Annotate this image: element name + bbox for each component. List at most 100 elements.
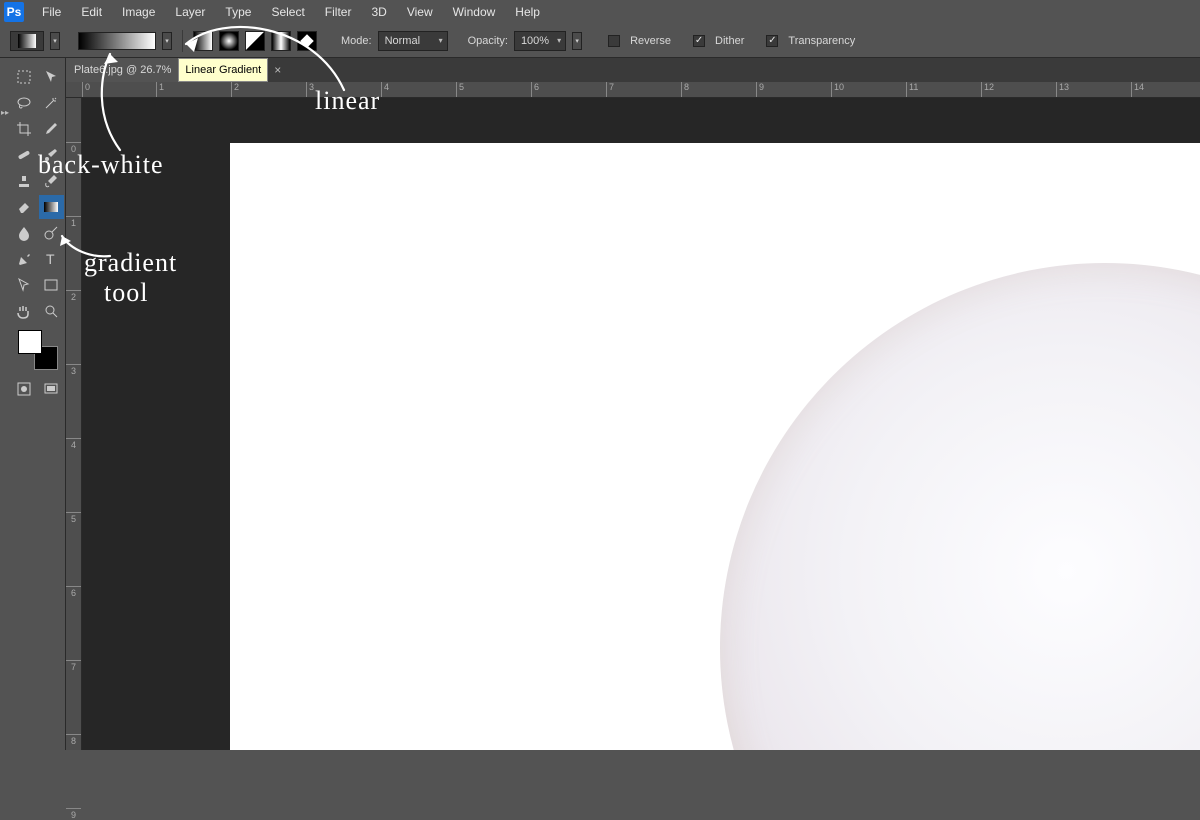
path-select-tool[interactable] <box>11 273 37 297</box>
wand-icon <box>43 95 59 111</box>
ruler-mark: 10 <box>831 82 844 97</box>
history-brush-tool[interactable] <box>39 169 65 193</box>
brush-icon <box>43 147 59 163</box>
gradient-type-radial[interactable] <box>219 31 239 51</box>
document-tab[interactable]: Plate6.jpg @ 26.7% <box>66 58 180 82</box>
dither-checkbox[interactable]: ✓ <box>693 35 705 47</box>
dodge-tool[interactable] <box>39 221 65 245</box>
eyedropper-tool[interactable] <box>39 117 65 141</box>
ruler-mark: 12 <box>981 82 994 97</box>
gradient-icon <box>43 199 59 215</box>
eraser-tool[interactable] <box>11 195 37 219</box>
menu-help[interactable]: Help <box>505 5 550 19</box>
ruler-mark: 8 <box>66 734 81 746</box>
menu-view[interactable]: View <box>397 5 443 19</box>
gradient-picker-dropdown[interactable]: ▾ <box>162 32 172 50</box>
ruler-mark: 3 <box>66 364 81 376</box>
gradient-type-tooltip: Linear Gradient <box>178 58 268 82</box>
ruler-mark: 9 <box>756 82 764 97</box>
hand-tool[interactable] <box>11 299 37 323</box>
ruler-mark: 4 <box>381 82 389 97</box>
menu-file[interactable]: File <box>32 5 71 19</box>
ruler-mark: 7 <box>606 82 614 97</box>
ruler-mark: 1 <box>156 82 164 97</box>
marquee-icon <box>16 69 32 85</box>
reverse-label: Reverse <box>630 35 671 47</box>
document-canvas[interactable] <box>230 143 1200 750</box>
ruler-mark: 0 <box>66 142 81 154</box>
stamp-icon <box>16 173 32 189</box>
ruler-mark: 14 <box>1131 82 1144 97</box>
pen-icon <box>16 251 32 267</box>
tab-close-button[interactable]: × <box>268 58 287 82</box>
menu-window[interactable]: Window <box>443 5 506 19</box>
crop-tool[interactable] <box>11 117 37 141</box>
stamp-tool[interactable] <box>11 169 37 193</box>
menu-select[interactable]: Select <box>261 5 314 19</box>
opacity-dropdown[interactable]: ▾ <box>572 32 582 50</box>
brush-tool[interactable] <box>39 143 65 167</box>
gradient-type-angle[interactable] <box>245 31 265 51</box>
arrow-icon <box>16 277 32 293</box>
reverse-checkbox[interactable] <box>608 35 620 47</box>
gradient-type-diamond[interactable] <box>297 31 317 51</box>
ruler-mark: 9 <box>66 808 81 820</box>
ruler-mark: 6 <box>531 82 539 97</box>
gradient-type-reflected[interactable] <box>271 31 291 51</box>
control-strip: ▸▸ <box>0 58 10 750</box>
gradient-tool-icon <box>18 34 36 48</box>
color-swatches[interactable] <box>18 330 58 370</box>
diamond-gradient-icon <box>298 32 316 50</box>
gradient-type-linear[interactable] <box>193 31 213 51</box>
reflected-gradient-icon <box>272 32 290 50</box>
foreground-color[interactable] <box>18 330 42 354</box>
transparency-checkbox[interactable]: ✓ <box>766 35 778 47</box>
move-icon <box>43 69 59 85</box>
zoom-icon <box>43 303 59 319</box>
menu-image[interactable]: Image <box>112 5 165 19</box>
ruler-mark: 0 <box>82 82 90 97</box>
blur-tool[interactable] <box>11 221 37 245</box>
ruler-mark: 5 <box>456 82 464 97</box>
dither-label: Dither <box>715 35 744 47</box>
ruler-mark: 6 <box>66 586 81 598</box>
tool-preset-dropdown[interactable]: ▾ <box>50 32 60 50</box>
screen-icon <box>43 381 59 397</box>
type-tool[interactable]: T <box>39 247 65 271</box>
wand-tool[interactable] <box>39 91 65 115</box>
opacity-input[interactable]: 100% <box>514 31 566 51</box>
bandage-icon <box>16 147 32 163</box>
ruler-mark: 4 <box>66 438 81 450</box>
gradient-picker[interactable] <box>78 32 156 50</box>
move-tool[interactable] <box>39 65 65 89</box>
menu-edit[interactable]: Edit <box>71 5 112 19</box>
menu-filter[interactable]: Filter <box>315 5 362 19</box>
lasso-icon <box>16 95 32 111</box>
heal-tool[interactable] <box>11 143 37 167</box>
quickmask-icon <box>16 381 32 397</box>
lasso-tool[interactable] <box>11 91 37 115</box>
ruler-vertical[interactable]: 0 1 2 3 4 5 6 7 8 9 <box>66 98 82 750</box>
ruler-horizontal[interactable]: 0 1 2 3 4 5 6 7 8 9 10 11 12 13 14 <box>66 82 1200 98</box>
menu-3d[interactable]: 3D <box>361 5 396 19</box>
ruler-mark: 1 <box>66 216 81 228</box>
shape-tool[interactable] <box>39 273 65 297</box>
eyedropper-icon <box>43 121 59 137</box>
tool-preset-picker[interactable] <box>10 31 44 51</box>
screenmode-toggle[interactable] <box>39 377 65 401</box>
toolbox: T <box>10 58 66 750</box>
zoom-tool[interactable] <box>39 299 65 323</box>
menu-layer[interactable]: Layer <box>165 5 215 19</box>
quickmask-toggle[interactable] <box>11 377 37 401</box>
menu-type[interactable]: Type <box>215 5 261 19</box>
dodge-icon <box>43 225 59 241</box>
gradient-tool[interactable] <box>39 195 65 219</box>
drop-icon <box>16 225 32 241</box>
expand-icon[interactable]: ▸▸ <box>0 108 10 117</box>
ruler-mark: 13 <box>1056 82 1069 97</box>
mode-select[interactable]: Normal <box>378 31 448 51</box>
pen-tool[interactable] <box>11 247 37 271</box>
marquee-tool[interactable] <box>11 65 37 89</box>
canvas-area[interactable] <box>82 98 1200 750</box>
divider <box>182 30 183 52</box>
